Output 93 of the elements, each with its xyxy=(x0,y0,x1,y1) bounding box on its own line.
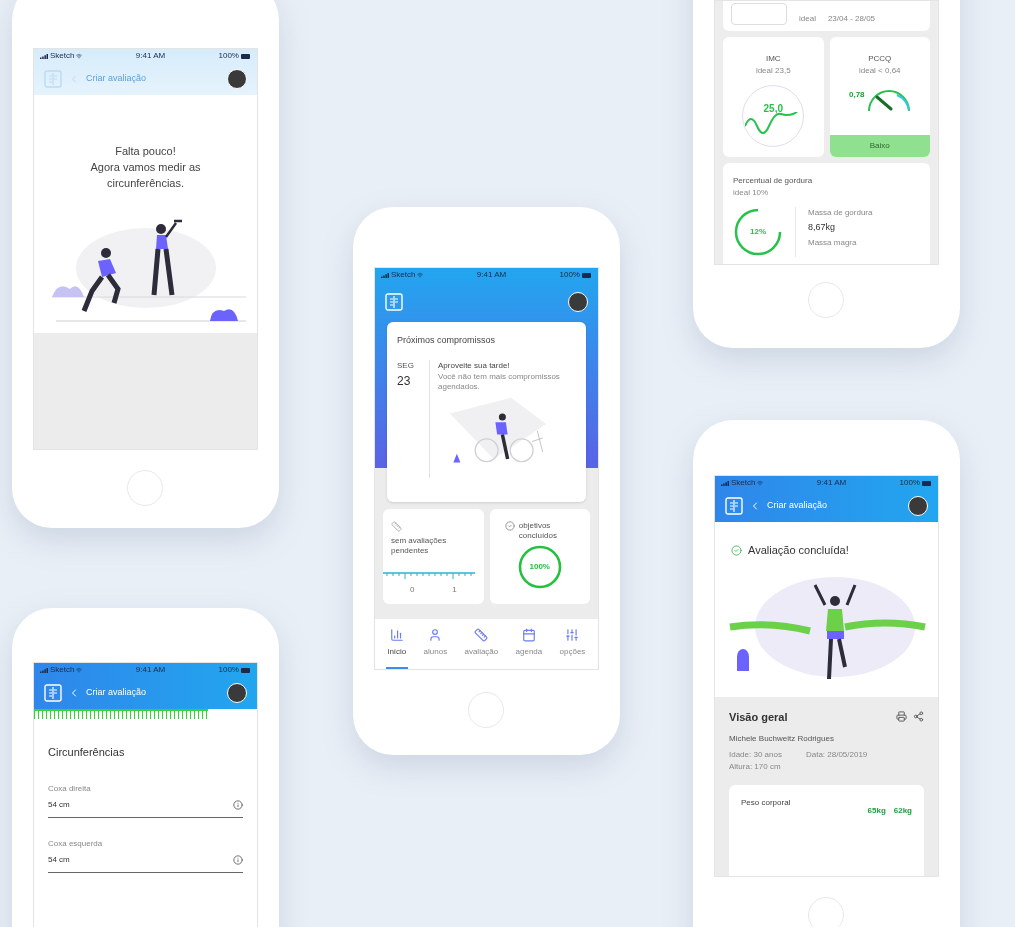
height-text: Altura: 170 cm xyxy=(729,761,782,773)
wifi-icon xyxy=(757,480,764,486)
nav-icon xyxy=(390,628,404,642)
nav-tab[interactable]: agenda xyxy=(513,619,545,669)
carrier-name: Sketch xyxy=(391,269,416,281)
card-title: Percentual de gordura xyxy=(733,175,814,187)
fat-mass-value: 8,67kg xyxy=(808,221,837,234)
axis-tick: 1 xyxy=(452,584,457,596)
check-icon xyxy=(504,521,515,531)
appointment-heading: Aproveite sua tarde! xyxy=(438,359,511,372)
avatar[interactable] xyxy=(908,496,928,516)
nav-tab[interactable]: avaliação xyxy=(462,619,501,669)
nav-icon xyxy=(521,628,536,642)
avatar[interactable] xyxy=(568,292,588,312)
battery-percent: 100% xyxy=(899,477,920,489)
ideal-value: ideal < 0,64 xyxy=(858,65,901,77)
check-icon xyxy=(731,544,742,556)
screen-title: Criar avaliação xyxy=(86,72,147,86)
nav-tab[interactable]: início xyxy=(385,619,409,669)
field-value: 54 cm xyxy=(48,799,70,811)
print-icon[interactable] xyxy=(896,711,907,723)
day-number: 23 xyxy=(397,372,412,390)
card-title: Peso corporal xyxy=(741,797,791,809)
rating-text: Baixo xyxy=(869,140,890,152)
field-label: Coxa esquerda xyxy=(48,838,104,850)
imc-value: 25,0 xyxy=(763,101,783,116)
status-time: 9:41 AM xyxy=(816,477,847,489)
ideal-value: ideal 10% xyxy=(733,187,770,199)
card-title: IMC xyxy=(765,53,781,65)
field-value: 54 cm xyxy=(48,854,70,866)
status-time: 9:41 AM xyxy=(135,50,166,62)
form-title: Circunferências xyxy=(48,746,125,758)
status-time: 9:41 AM xyxy=(476,269,507,281)
age-text: Idade: 30 anos xyxy=(729,749,782,761)
carrier-name: Sketch xyxy=(50,50,75,62)
goals-text: objetivos concluídos xyxy=(518,521,558,541)
weight-value: 65kg xyxy=(867,805,886,817)
nav-tab[interactable]: alunos xyxy=(421,619,450,669)
screen-title: Criar avaliação xyxy=(767,499,828,513)
axis-tick: 0 xyxy=(409,584,415,596)
text-field[interactable]: Coxa direita 54 cm xyxy=(48,783,243,818)
signal-icon xyxy=(40,667,48,673)
intro-message: Falta pouco! Agora vamos medir as circunferências. xyxy=(89,144,202,191)
success-message: Avaliação concluída! xyxy=(748,543,849,558)
date-text: Data: 28/05/2019 xyxy=(805,749,868,761)
date-range: 23/04 - 28/05 xyxy=(827,13,876,25)
card-title: PCCQ xyxy=(868,53,892,65)
avatar[interactable] xyxy=(227,683,247,703)
wifi-icon xyxy=(76,53,83,59)
ring-drawing xyxy=(733,207,783,257)
pccq-value: 0,78 xyxy=(848,89,865,101)
battery-percent: 100% xyxy=(559,269,580,281)
share-icon[interactable] xyxy=(913,711,924,723)
battery-icon xyxy=(241,53,251,59)
student-name: Michele Buchweitz Rodrigues xyxy=(729,733,835,745)
carrier-name: Sketch xyxy=(731,477,756,489)
avatar[interactable] xyxy=(227,69,247,89)
info-icon[interactable] xyxy=(233,855,243,865)
battery-icon xyxy=(582,272,592,278)
battery-icon xyxy=(922,480,932,486)
nav-icon xyxy=(474,628,489,642)
screen-title: Criar avaliação xyxy=(86,686,147,700)
info-icon[interactable] xyxy=(233,800,243,810)
wifi-icon xyxy=(417,272,424,278)
wifi-icon xyxy=(76,667,83,673)
nav-icon xyxy=(565,628,580,642)
goals-value: 100% xyxy=(529,561,550,573)
weekday: SEG xyxy=(397,359,415,372)
status-time: 9:41 AM xyxy=(135,664,166,676)
signal-icon xyxy=(721,480,729,486)
ideal-label: ideal xyxy=(799,13,816,25)
battery-percent: 100% xyxy=(218,50,239,62)
ideal-value: ideal 23,5 xyxy=(755,65,791,77)
pending-text: sem avaliações pendentes xyxy=(390,536,448,556)
chart-frame xyxy=(731,3,787,25)
signal-icon xyxy=(381,272,389,278)
carrier-name: Sketch xyxy=(50,664,75,676)
lean-mass-label: Massa magra xyxy=(808,236,858,249)
nav-icon xyxy=(428,628,443,642)
fat-mass-label: Massa de gordura xyxy=(808,207,873,219)
fat-value: 12% xyxy=(750,226,766,238)
card-title: Próximos compromissos xyxy=(397,334,497,347)
battery-percent: 100% xyxy=(218,664,239,676)
nav-tab[interactable]: opções xyxy=(557,619,588,669)
signal-icon xyxy=(40,53,48,59)
weight-value: 62kg xyxy=(893,805,912,817)
text-field[interactable]: Coxa esquerda 54 cm xyxy=(48,838,243,873)
field-label: Coxa direita xyxy=(48,783,92,795)
gauge-drawing xyxy=(866,89,911,113)
appointment-text: Você não tem mais compromissos agendados. xyxy=(438,371,561,392)
battery-icon xyxy=(241,667,251,673)
section-title: Visão geral xyxy=(729,709,788,725)
ruler-icon xyxy=(391,521,402,532)
